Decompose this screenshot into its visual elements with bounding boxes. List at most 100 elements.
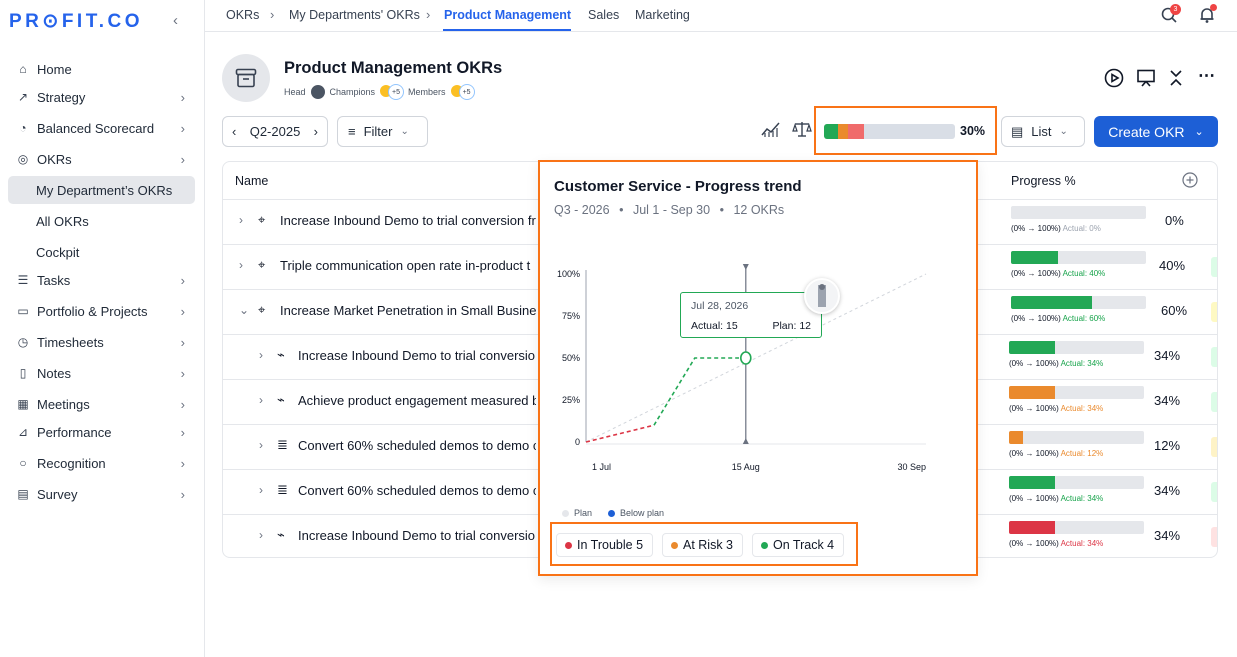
filter-icon: ≡ bbox=[348, 124, 356, 139]
sidebar-item-balanced-scorecard[interactable]: ◔ Balanced Scorecard › bbox=[8, 114, 195, 142]
row-name[interactable]: Increase Inbound Demo to trial conversio bbox=[298, 348, 536, 363]
home-icon: ⌂ bbox=[19, 62, 27, 76]
sidebar-item-label: Timesheets bbox=[37, 334, 104, 350]
legend-dot bbox=[562, 509, 569, 517]
collapse-chevron-icon[interactable]: ⌄ bbox=[239, 303, 249, 317]
search-badge: 3 bbox=[1170, 4, 1181, 15]
sidebar-item-label: All OKRs bbox=[36, 213, 89, 229]
chevron-right-icon: › bbox=[180, 303, 185, 319]
owner-avatar[interactable] bbox=[804, 278, 840, 314]
top-bar: OKRs › My Departments' OKRs › Product Ma… bbox=[205, 0, 1237, 32]
balance-scale-icon[interactable] bbox=[792, 120, 812, 143]
row-progress-bar bbox=[1011, 206, 1146, 219]
expand-chevron-icon[interactable]: › bbox=[259, 483, 263, 497]
row-status-edge bbox=[1211, 527, 1217, 547]
period-label: Q2-2025 bbox=[249, 124, 301, 139]
crumb-my-departments-okrs[interactable]: My Departments' OKRs bbox=[289, 8, 420, 22]
row-name[interactable]: Increase Inbound Demo to trial conversio… bbox=[280, 213, 536, 228]
sidebar-item-home[interactable]: ⌂ Home bbox=[8, 55, 195, 83]
tab-product-management[interactable]: Product Management bbox=[444, 8, 571, 22]
row-progress-range: (0% → 100%) Actual: 0% bbox=[1011, 224, 1101, 233]
view-selector[interactable]: ▤ List ⌄ bbox=[1001, 116, 1085, 147]
status-chip-in-trouble[interactable]: In Trouble 5 bbox=[556, 533, 654, 557]
sidebar-item-label: Home bbox=[37, 61, 72, 77]
sidebar-item-label: Recognition bbox=[37, 455, 106, 471]
y-tick-label: 100% bbox=[557, 269, 580, 279]
row-progress-bar bbox=[1009, 386, 1144, 399]
overall-progress-highlight[interactable]: 30% bbox=[814, 106, 997, 155]
filter-button[interactable]: ≡ Filter ⌄ bbox=[337, 116, 428, 147]
add-column-icon[interactable] bbox=[1182, 172, 1198, 193]
sidebar-item-okrs[interactable]: ◎ OKRs › bbox=[8, 145, 195, 173]
row-name[interactable]: Convert 60% scheduled demos to demo c bbox=[298, 483, 536, 498]
head-avatar[interactable] bbox=[309, 84, 326, 100]
period-selector[interactable]: ‹ Q2-2025 › bbox=[222, 116, 328, 147]
row-progress-range: (0% → 100%) Actual: 60% bbox=[1011, 314, 1106, 323]
sidebar-item-survey[interactable]: ▤ Survey › bbox=[8, 480, 195, 508]
chevron-right-icon: › bbox=[180, 365, 185, 381]
y-tick-label: 25% bbox=[562, 395, 580, 405]
sidebar-item-cockpit[interactable]: Cockpit bbox=[8, 238, 195, 266]
chevron-down-icon: ⌄ bbox=[1194, 126, 1204, 138]
chevron-right-icon: › bbox=[180, 151, 185, 167]
collapse-sidebar-icon[interactable]: ‹ bbox=[173, 12, 178, 29]
trend-chart-icon[interactable] bbox=[761, 120, 781, 143]
status-chip-on-track[interactable]: On Track 4 bbox=[752, 533, 845, 557]
expand-chevron-icon[interactable]: › bbox=[239, 213, 243, 227]
expand-chevron-icon[interactable]: › bbox=[259, 348, 263, 362]
champions-avatars[interactable]: +5 bbox=[379, 84, 405, 100]
crumb-okrs[interactable]: OKRs bbox=[226, 8, 259, 22]
search-icon[interactable]: 3 bbox=[1160, 4, 1181, 24]
popover-subtitle: Q3 - 2026 • Jul 1 - Sep 30 • 12 OKRs bbox=[554, 203, 785, 217]
row-name[interactable]: Increase Inbound Demo to trial conversio bbox=[298, 528, 536, 543]
chevron-right-icon: › bbox=[180, 334, 185, 350]
row-name[interactable]: Achieve product engagement measured b bbox=[298, 393, 536, 408]
objective-target-icon: ⌖ bbox=[258, 302, 266, 317]
y-tick-label: 50% bbox=[562, 353, 580, 363]
row-name[interactable]: Increase Market Penetration in Small Bus… bbox=[280, 303, 536, 318]
sidebar-item-label: Tasks bbox=[37, 272, 71, 288]
key-result-list-icon: ≣ bbox=[277, 437, 288, 452]
objective-target-icon: ⌖ bbox=[258, 257, 266, 272]
bell-icon[interactable] bbox=[1198, 4, 1217, 24]
table-icon: ▤ bbox=[1011, 123, 1024, 139]
sidebar-item-my-department-okrs[interactable]: My Department’s OKRs bbox=[8, 176, 195, 204]
chevron-left-icon[interactable]: ‹ bbox=[232, 124, 236, 139]
champions-label: Champions bbox=[329, 87, 376, 97]
chevron-right-icon[interactable]: › bbox=[314, 124, 318, 139]
sidebar-item-recognition[interactable]: ○ Recognition › bbox=[8, 449, 195, 477]
collapse-all-icon[interactable] bbox=[1168, 68, 1184, 93]
key-result-list-icon: ≣ bbox=[277, 482, 288, 497]
sidebar-item-tasks[interactable]: ☰ Tasks › bbox=[8, 266, 195, 294]
row-name[interactable]: Triple communication open rate in-produc… bbox=[280, 258, 536, 273]
sidebar-item-performance[interactable]: ⊿ Performance › bbox=[8, 418, 195, 446]
presentation-icon[interactable] bbox=[1136, 68, 1156, 93]
status-chip-at-risk[interactable]: At Risk 3 bbox=[662, 533, 744, 557]
sidebar-item-notes[interactable]: ▯ Notes › bbox=[8, 359, 195, 387]
sidebar-item-timesheets[interactable]: ◷ Timesheets › bbox=[8, 328, 195, 356]
tab-marketing[interactable]: Marketing bbox=[635, 8, 690, 22]
x-tick-label: 15 Aug bbox=[732, 462, 760, 472]
expand-chevron-icon[interactable]: › bbox=[239, 258, 243, 272]
expand-chevron-icon[interactable]: › bbox=[259, 393, 263, 407]
expand-chevron-icon[interactable]: › bbox=[259, 438, 263, 452]
sidebar-item-label: OKRs bbox=[37, 151, 72, 167]
sidebar-item-all-okrs[interactable]: All OKRs bbox=[8, 207, 195, 235]
create-okr-button[interactable]: Create OKR ⌄ bbox=[1094, 116, 1218, 147]
members-avatars[interactable]: +5 bbox=[449, 84, 475, 100]
create-okr-label: Create OKR bbox=[1108, 123, 1185, 140]
cursor-top-marker bbox=[742, 264, 749, 270]
x-tick-label: 30 Sep bbox=[897, 462, 926, 472]
expand-chevron-icon[interactable]: › bbox=[259, 528, 263, 542]
row-name[interactable]: Convert 60% scheduled demos to demo c bbox=[298, 438, 536, 453]
sidebar-item-meetings[interactable]: ▦ Meetings › bbox=[8, 390, 195, 418]
play-icon[interactable] bbox=[1104, 68, 1124, 93]
more-icon[interactable]: ⋯ bbox=[1198, 66, 1216, 86]
sidebar-item-strategy[interactable]: ↗ Strategy › bbox=[8, 83, 195, 111]
row-progress-range: (0% → 100%) Actual: 34% bbox=[1009, 494, 1104, 503]
row-progress-bar bbox=[1011, 296, 1146, 309]
sidebar-item-portfolio[interactable]: ▭ Portfolio & Projects › bbox=[8, 297, 195, 325]
tab-sales[interactable]: Sales bbox=[588, 8, 619, 22]
members-more: +5 bbox=[458, 84, 475, 100]
chevron-right-icon: › bbox=[180, 120, 185, 136]
